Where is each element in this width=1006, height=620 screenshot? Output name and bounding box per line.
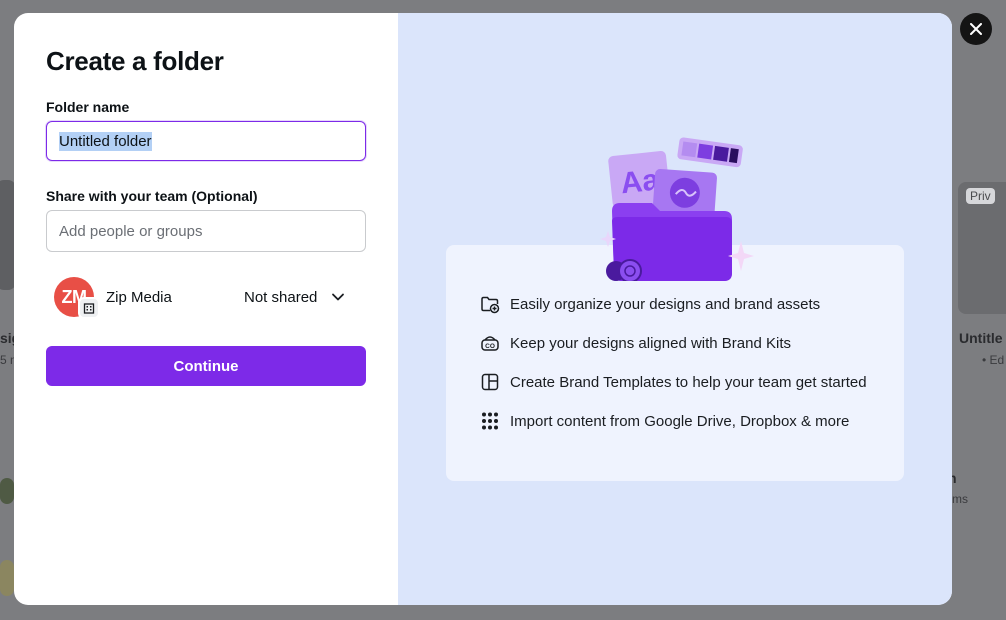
team-member-row: ZM Zip Media Not shared: [46, 276, 366, 319]
folder-plus-icon: [480, 294, 500, 314]
permission-value: Not shared: [244, 288, 318, 306]
share-input[interactable]: Add people or groups: [46, 210, 366, 252]
share-label: Share with your team (Optional): [46, 188, 258, 204]
building-icon: [83, 303, 95, 314]
feature-item: Create Brand Templates to help your team…: [480, 372, 867, 392]
close-button[interactable]: [960, 13, 992, 45]
feature-text: Easily organize your designs and brand a…: [510, 295, 821, 313]
feature-text: Import content from Google Drive, Dropbo…: [510, 412, 850, 430]
feature-item: Import content from Google Drive, Dropbo…: [480, 411, 849, 431]
permission-dropdown[interactable]: Not shared: [244, 289, 345, 306]
folder-illustration: Aa: [600, 137, 754, 281]
bg-card-right-title: Untitle: [959, 330, 1003, 346]
bg-thumb-left: [0, 478, 14, 504]
avatar: ZM: [54, 277, 100, 319]
folder-name-value: Untitled folder: [59, 131, 152, 151]
dialog-title: Create a folder: [46, 46, 224, 76]
member-name: Zip Media: [106, 288, 172, 306]
continue-button[interactable]: Continue: [46, 346, 366, 386]
bg-thumb-left-2: [0, 560, 14, 596]
brand-kit-icon: CO: [480, 333, 500, 353]
bg-private-badge: Priv: [966, 188, 995, 204]
share-placeholder: Add people or groups: [59, 222, 203, 240]
info-panel: Easily organize your designs and brand a…: [398, 13, 952, 605]
apps-grid-icon: [480, 411, 500, 431]
svg-text:CO: CO: [485, 343, 495, 350]
form-panel: Create a folder Folder name Untitled fol…: [14, 13, 398, 605]
template-icon: [480, 372, 500, 392]
folder-name-label: Folder name: [46, 99, 130, 115]
create-folder-dialog: Create a folder Folder name Untitled fol…: [14, 13, 952, 605]
close-icon: [970, 23, 982, 35]
feature-item: Easily organize your designs and brand a…: [480, 294, 820, 314]
folder-name-input[interactable]: Untitled folder: [46, 121, 366, 161]
team-badge: [78, 297, 100, 319]
feature-text: Keep your designs aligned with Brand Kit…: [510, 334, 792, 352]
bg-lower-sub: ms: [952, 492, 968, 506]
feature-text: Create Brand Templates to help your team…: [510, 373, 867, 391]
feature-item: CO Keep your designs aligned with Brand …: [480, 333, 791, 353]
bg-card-right-sub: • Ed: [982, 353, 1005, 367]
chevron-down-icon: [332, 293, 345, 301]
